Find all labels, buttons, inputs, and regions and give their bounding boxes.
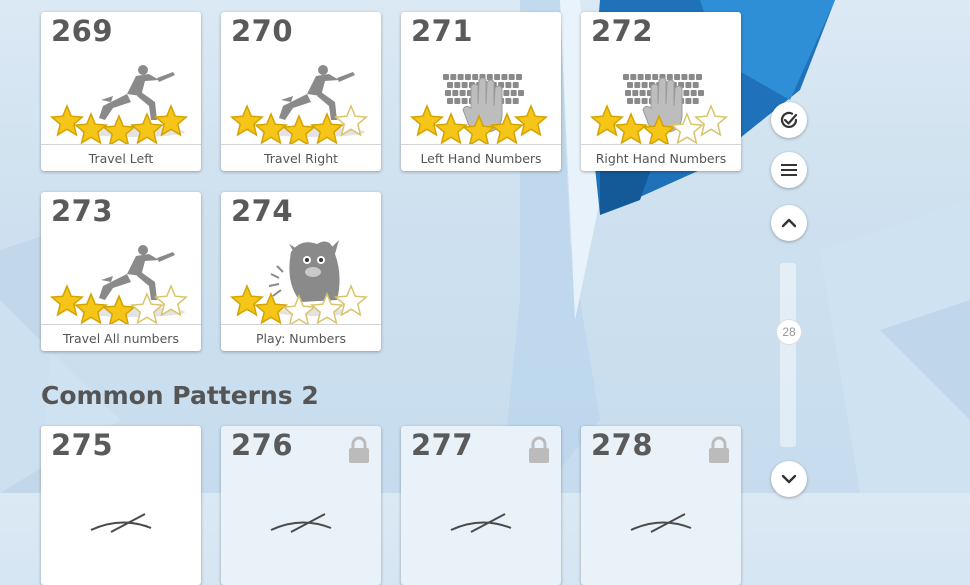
star-empty-icon (693, 104, 729, 137)
section-title: Common Patterns 2 (41, 381, 319, 410)
level-number: 270 (231, 14, 294, 48)
keyboard-hand-icon (589, 74, 729, 144)
level-art (450, 513, 512, 533)
star-filled-icon (229, 284, 265, 317)
level-card-276[interactable]: 276 (221, 426, 381, 585)
level-number: 276 (231, 428, 294, 462)
check-circle-button[interactable] (771, 102, 807, 138)
star-filled-icon (101, 114, 137, 144)
level-card-274[interactable]: 274 Play: Numbers (221, 192, 381, 351)
scroll-up-button[interactable] (771, 205, 807, 241)
star-filled-icon (101, 294, 137, 324)
menu-button[interactable] (771, 152, 807, 188)
level-number: 278 (591, 428, 654, 462)
level-art (270, 513, 332, 533)
level-card-272[interactable]: 272 Right Hand Numbers (581, 12, 741, 171)
level-card-275[interactable]: 275 (41, 426, 201, 585)
level-number: 275 (51, 428, 114, 462)
hamburger-menu-icon (781, 164, 797, 176)
level-number: 277 (411, 428, 474, 462)
runner-icon (229, 65, 369, 144)
level-number: 269 (51, 14, 114, 48)
level-card-270[interactable]: 270 Travel Right (221, 12, 381, 171)
level-scroll-knob[interactable]: 28 (776, 319, 802, 345)
scroll-down-button[interactable] (771, 461, 807, 497)
level-label: Play: Numbers (221, 324, 381, 351)
level-label: Travel Left (41, 144, 201, 171)
lock-icon (529, 436, 549, 463)
lock-icon (709, 436, 729, 463)
level-card-273[interactable]: 273 Travel All numbers (41, 192, 201, 351)
star-filled-icon (49, 104, 85, 137)
level-number: 273 (51, 194, 114, 228)
check-circle-icon (780, 111, 798, 129)
level-label: Travel All numbers (41, 324, 201, 351)
level-card-271[interactable]: 271 Left Hand Numbers (401, 12, 561, 171)
star-filled-icon (409, 104, 445, 137)
level-label: Travel Right (221, 144, 381, 171)
level-card-278[interactable]: 278 (581, 426, 741, 585)
level-label: Left Hand Numbers (401, 144, 561, 171)
star-filled-icon (49, 284, 85, 317)
runner-icon (49, 245, 189, 324)
level-number: 272 (591, 14, 654, 48)
lock-icon (349, 436, 369, 463)
level-art (630, 513, 692, 533)
level-label: Right Hand Numbers (581, 144, 741, 171)
star-filled-icon (589, 104, 625, 137)
level-number: 274 (231, 194, 294, 228)
level-scroll-track[interactable] (780, 263, 796, 447)
keyboard-hand-icon (409, 74, 549, 144)
chevron-up-icon (781, 218, 797, 228)
level-card-269[interactable]: 269 Travel Left (41, 12, 201, 171)
star-filled-icon (281, 114, 317, 144)
monster-icon (229, 240, 369, 324)
star-filled-icon (229, 104, 265, 137)
level-number: 271 (411, 14, 474, 48)
level-art (90, 513, 152, 533)
level-card-277[interactable]: 277 (401, 426, 561, 585)
runner-icon (49, 65, 189, 144)
star-filled-icon (513, 104, 549, 137)
chevron-down-icon (781, 474, 797, 484)
